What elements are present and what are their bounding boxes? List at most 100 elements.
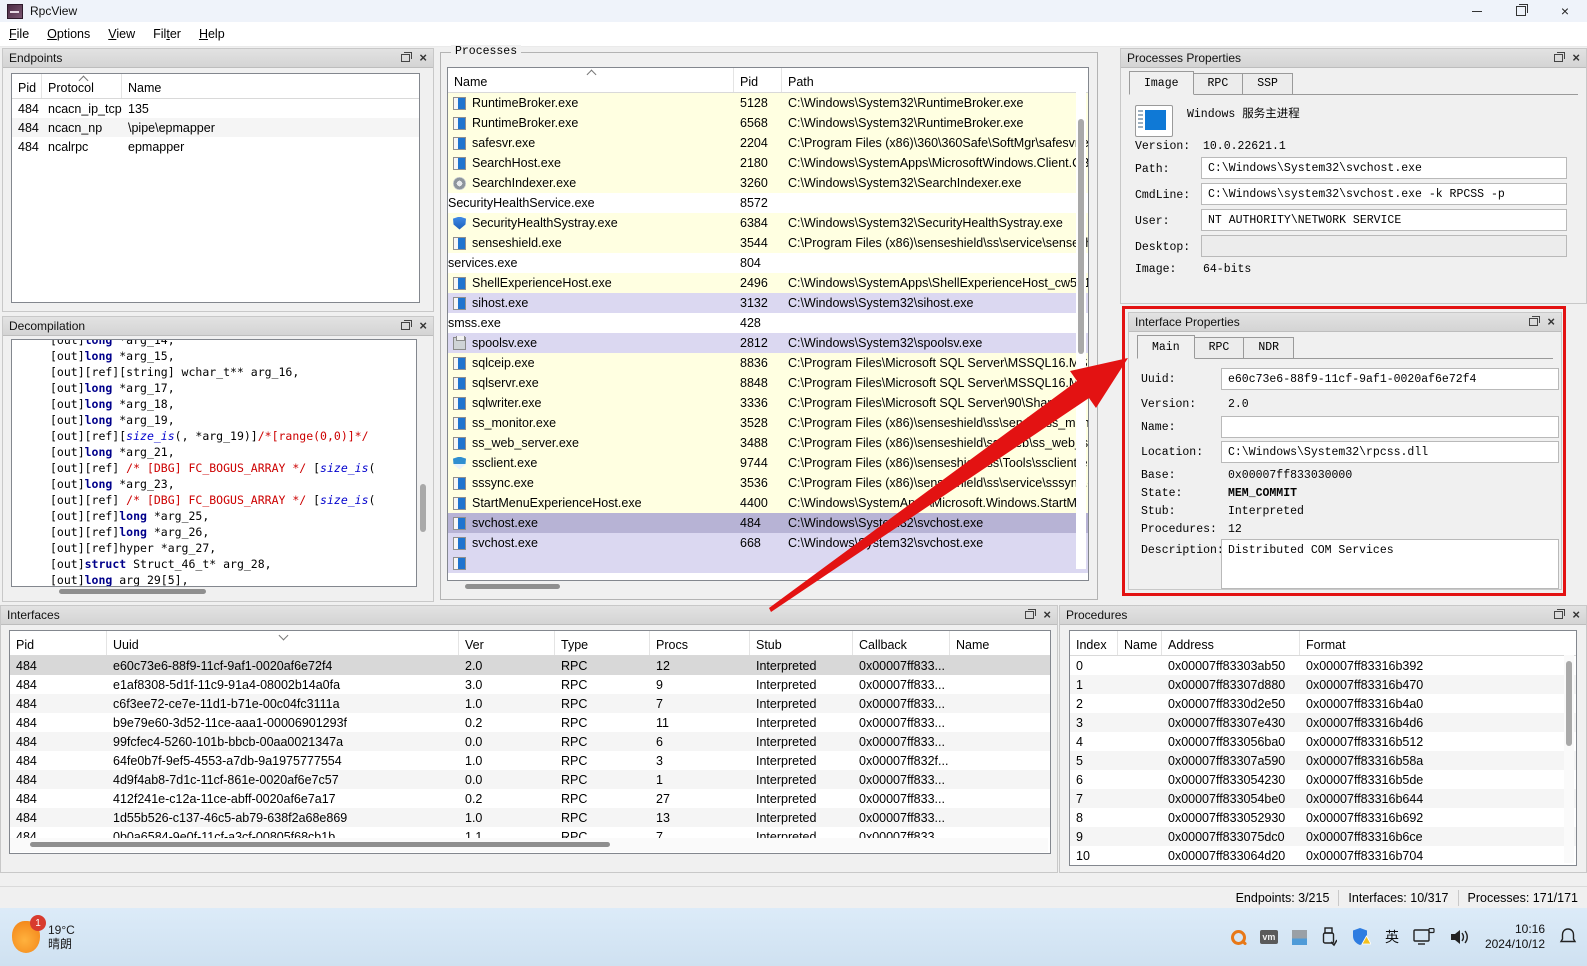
taskbar-clock[interactable]: 10:16 2024/10/12 [1485, 922, 1545, 952]
interfaces-hscrollbar[interactable] [10, 838, 1048, 852]
col-type[interactable]: Type [555, 631, 650, 655]
process-row[interactable]: SearchHost.exe 2180 C:\Windows\SystemApp… [448, 153, 1088, 173]
interface-row[interactable]: 484 e1af8308-5d1f-11c9-91a4-08002b14a0fa… [10, 675, 1050, 694]
process-row[interactable]: sqlservr.exe 8848 C:\Program Files\Micro… [448, 373, 1088, 393]
procedure-row[interactable]: 8 0x00007ff833052930 0x00007ff83316b692 [1070, 808, 1576, 827]
col-name[interactable]: Name [1118, 631, 1162, 655]
procedures-vscrollbar[interactable] [1564, 655, 1574, 863]
procedure-row[interactable]: 1 0x00007ff83307d880 0x00007ff83316b470 [1070, 675, 1576, 694]
close-panel-icon[interactable]: × [419, 52, 427, 64]
col-path[interactable]: Path [782, 68, 1088, 92]
tray-vmware-icon[interactable]: vm [1260, 930, 1278, 944]
processes-hscrollbar[interactable] [447, 581, 1087, 593]
path-field[interactable]: C:\Windows\System32\svchost.exe [1201, 157, 1567, 179]
procedure-row[interactable]: 11 0x00007ff8330d6d50 0x00007ff83316b734 [1070, 865, 1576, 866]
interface-row[interactable]: 484 e60c73e6-88f9-11cf-9af1-0020af6e72f4… [10, 656, 1050, 675]
process-row[interactable]: senseshield.exe 3544 C:\Program Files (x… [448, 233, 1088, 253]
process-row[interactable]: RuntimeBroker.exe 5128 C:\Windows\System… [448, 93, 1088, 113]
col-procs[interactable]: Procs [650, 631, 750, 655]
process-row[interactable]: smss.exe 428 [448, 313, 1088, 333]
col-format[interactable]: Format [1300, 631, 1576, 655]
volume-icon[interactable] [1449, 928, 1471, 946]
close-panel-icon[interactable]: × [1547, 316, 1555, 328]
procedure-row[interactable]: 0 0x00007ff83303ab50 0x00007ff83316b392 [1070, 656, 1576, 675]
process-row[interactable]: sqlwriter.exe 3336 C:\Program Files\Micr… [448, 393, 1088, 413]
interface-row[interactable]: 484 b9e79e60-3d52-11ce-aaa1-00006901293f… [10, 713, 1050, 732]
process-row[interactable]: ss_web_server.exe 3488 C:\Program Files … [448, 433, 1088, 453]
float-panel-icon[interactable] [1529, 318, 1538, 326]
menu-item[interactable]: Filter [144, 24, 190, 44]
security-shield-icon[interactable] [1351, 927, 1371, 947]
minimize-button[interactable] [1455, 0, 1499, 22]
restore-button[interactable] [1499, 0, 1543, 22]
taskbar-weather-widget[interactable]: 1 19°C 晴朗 [12, 921, 132, 953]
process-row[interactable]: SecurityHealthService.exe 8572 [448, 193, 1088, 213]
endpoint-row[interactable]: 484 ncacn_ip_tcp 135 [12, 99, 419, 118]
close-panel-icon[interactable]: × [1572, 609, 1580, 621]
decompilation-vscrollbar[interactable] [418, 339, 428, 585]
interface-row[interactable]: 484 412f241e-c12a-11ce-abff-0020af6e7a17… [10, 789, 1050, 808]
procedure-row[interactable]: 3 0x00007ff83307e430 0x00007ff83316b4d6 [1070, 713, 1576, 732]
process-row[interactable]: SecurityHealthSystray.exe 6384 C:\Window… [448, 213, 1088, 233]
usb-icon[interactable] [1321, 927, 1337, 947]
col-name[interactable]: Name [122, 74, 419, 98]
tab[interactable]: Image [1129, 71, 1194, 95]
process-row[interactable]: StartMenuExperienceHost.exe 4400 C:\Wind… [448, 493, 1088, 513]
endpoint-row[interactable]: 484 ncalrpc epmapper [12, 137, 419, 156]
tab[interactable]: NDR [1243, 337, 1294, 358]
decompilation-hscroll-thumb[interactable] [59, 589, 206, 594]
interface-row[interactable]: 484 4d9f4ab8-7d1c-11cf-861e-0020af6e7c57… [10, 770, 1050, 789]
desktop-field[interactable] [1201, 235, 1567, 257]
interface-row[interactable]: 484 99fcfec4-5260-101b-bbcb-00aa0021347a… [10, 732, 1050, 751]
interfaces-hscroll-thumb[interactable] [30, 842, 610, 847]
process-row[interactable]: ShellExperienceHost.exe 2496 C:\Windows\… [448, 273, 1088, 293]
menu-item[interactable]: Help [190, 24, 234, 44]
col-address[interactable]: Address [1162, 631, 1300, 655]
tab[interactable]: SSP [1242, 73, 1293, 94]
col-callback[interactable]: Callback [853, 631, 950, 655]
float-panel-icon[interactable] [1554, 54, 1563, 62]
tab[interactable]: RPC [1193, 73, 1244, 94]
tray-app-icon[interactable] [1292, 930, 1307, 945]
col-ver[interactable]: Ver [459, 631, 555, 655]
close-panel-icon[interactable]: × [1043, 609, 1051, 621]
procedure-row[interactable]: 6 0x00007ff833054230 0x00007ff83316b5de [1070, 770, 1576, 789]
col-pid[interactable]: Pid [734, 68, 782, 92]
procedure-row[interactable]: 4 0x00007ff833056ba0 0x00007ff83316b512 [1070, 732, 1576, 751]
processes-vscroll-thumb[interactable] [1078, 119, 1084, 354]
procedure-row[interactable]: 2 0x00007ff8330d2e50 0x00007ff83316b4a0 [1070, 694, 1576, 713]
tray-magnifier-icon[interactable] [1231, 930, 1246, 945]
procedure-row[interactable]: 5 0x00007ff83307a590 0x00007ff83316b58a [1070, 751, 1576, 770]
endpoint-row[interactable]: 484 ncacn_np \pipe\epmapper [12, 118, 419, 137]
notification-bell-icon[interactable] [1559, 927, 1577, 947]
process-row[interactable]: spoolsv.exe 2812 C:\Windows\System32\spo… [448, 333, 1088, 353]
menu-item[interactable]: View [99, 24, 144, 44]
procedure-row[interactable]: 7 0x00007ff833054be0 0x00007ff83316b644 [1070, 789, 1576, 808]
process-row[interactable]: services.exe 804 [448, 253, 1088, 273]
close-panel-icon[interactable]: × [1572, 52, 1580, 64]
col-stub[interactable]: Stub [750, 631, 853, 655]
process-row[interactable]: SearchIndexer.exe 3260 C:\Windows\System… [448, 173, 1088, 193]
interface-row[interactable]: 484 1d55b526-c137-46c5-ab79-638f2a68e869… [10, 808, 1050, 827]
process-row[interactable]: sihost.exe 3132 C:\Windows\System32\siho… [448, 293, 1088, 313]
user-field[interactable]: NT AUTHORITY\NETWORK SERVICE [1201, 209, 1567, 231]
interface-row[interactable]: 484 64fe0b7f-9ef5-4553-a7db-9a1975777554… [10, 751, 1050, 770]
tab[interactable]: RPC [1194, 337, 1245, 358]
float-panel-icon[interactable] [401, 322, 410, 330]
menu-item[interactable]: File [0, 24, 38, 44]
col-index[interactable]: Index [1070, 631, 1118, 655]
tab[interactable]: Main [1137, 335, 1195, 359]
process-row[interactable]: sqlceip.exe 8836 C:\Program Files\Micros… [448, 353, 1088, 373]
description-field[interactable]: Distributed COM Services [1221, 539, 1559, 589]
procedure-row[interactable]: 10 0x00007ff833064d20 0x00007ff83316b704 [1070, 846, 1576, 865]
procedure-row[interactable]: 9 0x00007ff833075dc0 0x00007ff83316b6ce [1070, 827, 1576, 846]
processes-hscroll-thumb[interactable] [465, 584, 560, 589]
process-row[interactable]: safesvr.exe 2204 C:\Program Files (x86)\… [448, 133, 1088, 153]
col-name[interactable]: Name [950, 631, 1050, 655]
location-field[interactable]: C:\Windows\System32\rpcss.dll [1221, 441, 1559, 463]
process-row[interactable]: svchost.exe 484 C:\Windows\System32\svch… [448, 513, 1088, 533]
process-row[interactable] [448, 553, 1088, 573]
process-row[interactable]: ss_monitor.exe 3528 C:\Program Files (x8… [448, 413, 1088, 433]
float-panel-icon[interactable] [401, 54, 410, 62]
close-panel-icon[interactable]: × [419, 320, 427, 332]
